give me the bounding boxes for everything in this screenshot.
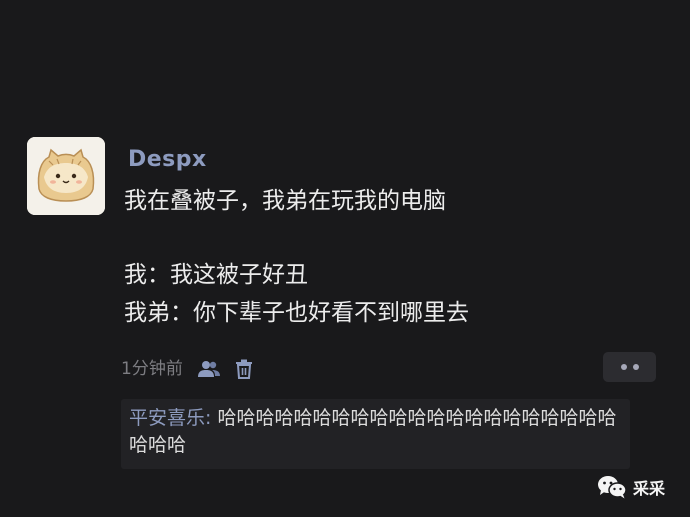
post-text-line: 我弟：你下辈子也好看不到哪里去 bbox=[124, 300, 469, 326]
post-text-line: 我：我这被子好丑 bbox=[124, 262, 308, 288]
avatar-image bbox=[27, 137, 105, 215]
post-text-line: 我在叠被子，我弟在玩我的电脑 bbox=[124, 188, 446, 214]
more-options-button[interactable] bbox=[603, 352, 656, 382]
avatar[interactable] bbox=[27, 137, 105, 215]
username[interactable]: Despx bbox=[128, 146, 207, 174]
comment[interactable]: 平安喜乐: 哈哈哈哈哈哈哈哈哈哈哈哈哈哈哈哈哈哈哈哈哈哈哈哈 bbox=[129, 405, 627, 459]
watermark: 采采 bbox=[597, 476, 666, 499]
moment-post: Despx 我在叠被子，我弟在玩我的电脑 我：我这被子好丑 我弟：你下辈子也好看… bbox=[0, 0, 690, 517]
watermark-label: 采采 bbox=[633, 479, 666, 498]
trash-icon[interactable] bbox=[235, 359, 253, 379]
more-dots-icon bbox=[620, 364, 627, 370]
users-icon[interactable] bbox=[197, 359, 221, 379]
comment-author[interactable]: 平安喜乐 bbox=[129, 407, 205, 429]
comment-separator: : bbox=[205, 407, 218, 429]
wechat-icon bbox=[598, 476, 627, 499]
timestamp: 1分钟前 bbox=[121, 359, 183, 379]
post-meta: 1分钟前 bbox=[121, 356, 253, 382]
comment-area: 平安喜乐: 哈哈哈哈哈哈哈哈哈哈哈哈哈哈哈哈哈哈哈哈哈哈哈哈 bbox=[121, 399, 630, 469]
more-dots-icon bbox=[632, 364, 639, 370]
